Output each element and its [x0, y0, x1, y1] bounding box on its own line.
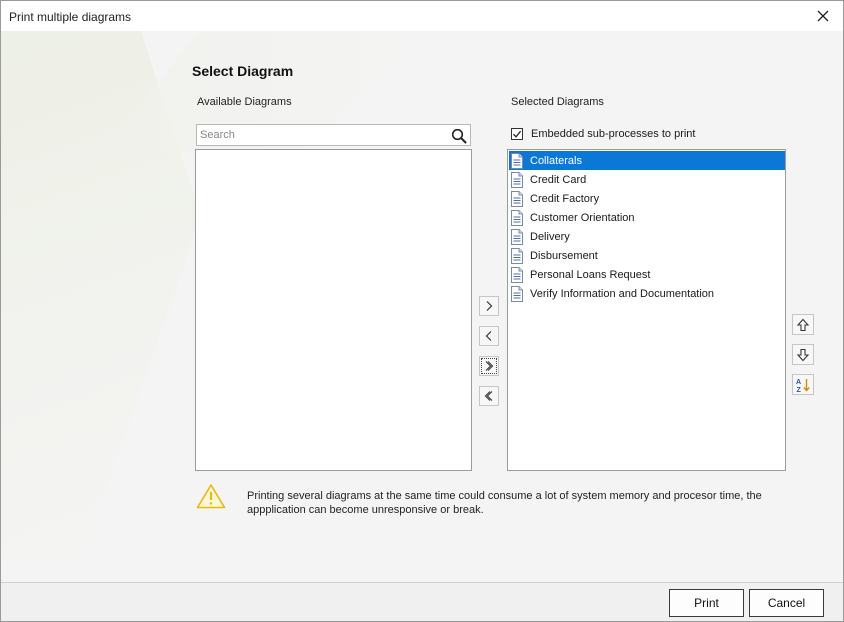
- embedded-subprocesses-toggle[interactable]: Embedded sub-processes to print: [511, 127, 695, 141]
- list-item-label: Verify Information and Documentation: [530, 287, 715, 300]
- embedded-subprocesses-checkbox[interactable]: [511, 128, 523, 140]
- document-icon: [511, 190, 523, 207]
- list-item[interactable]: Delivery: [509, 227, 785, 246]
- document-icon: [511, 171, 523, 188]
- svg-text:A: A: [796, 379, 801, 386]
- document-icon: [511, 247, 523, 264]
- list-item[interactable]: Disbursement: [509, 246, 785, 265]
- print-button[interactable]: Print: [669, 589, 744, 617]
- arrow-down-icon: [796, 348, 810, 361]
- selected-diagrams-label: Selected Diagrams: [511, 96, 604, 108]
- warning-icon: [196, 484, 226, 509]
- list-item-label: Delivery: [530, 230, 570, 243]
- arrow-up-icon: [796, 318, 810, 331]
- list-item[interactable]: Personal Loans Request: [509, 265, 785, 284]
- list-item[interactable]: Collaterals: [509, 151, 785, 170]
- cancel-button[interactable]: Cancel: [749, 589, 824, 617]
- available-diagrams-label: Available Diagrams: [197, 96, 292, 108]
- list-item[interactable]: Credit Factory: [509, 189, 785, 208]
- add-all-button[interactable]: [479, 356, 499, 376]
- list-item-label: Credit Factory: [530, 192, 600, 205]
- remove-all-button[interactable]: [479, 386, 499, 406]
- checkmark-icon: [513, 130, 522, 138]
- list-item-label: Personal Loans Request: [530, 268, 651, 281]
- document-icon: [511, 266, 523, 283]
- document-icon: [511, 209, 523, 226]
- search-box: [196, 124, 471, 146]
- add-selected-button[interactable]: [479, 296, 499, 316]
- list-item-label: Customer Orientation: [530, 211, 635, 224]
- chevron-left-icon: [485, 331, 492, 341]
- sort-az-button[interactable]: A Z: [792, 374, 814, 395]
- window-title: Print multiple diagrams: [9, 10, 132, 24]
- document-icon: [511, 228, 523, 245]
- list-item-label: Collaterals: [530, 154, 582, 167]
- dialog-window: Print multiple diagrams Select Diagram A…: [0, 0, 844, 622]
- list-item-label: Credit Card: [530, 173, 587, 186]
- chevron-right-icon: [486, 301, 493, 311]
- selected-diagrams-list[interactable]: Collaterals Credit Card Credit Factory C…: [507, 149, 786, 471]
- double-chevron-left-icon: [484, 391, 493, 401]
- title-bar: Print multiple diagrams: [1, 1, 843, 31]
- svg-text:Z: Z: [797, 387, 802, 393]
- page-title: Select Diagram: [192, 63, 294, 79]
- warning-message: Printing several diagrams at the same ti…: [247, 490, 762, 516]
- double-chevron-right-icon: [485, 361, 494, 371]
- list-item[interactable]: Credit Card: [509, 170, 785, 189]
- search-icon[interactable]: [451, 128, 467, 144]
- list-item[interactable]: Customer Orientation: [509, 208, 785, 227]
- close-icon: [817, 10, 829, 22]
- list-item-label: Disbursement: [530, 249, 598, 262]
- document-icon: [511, 152, 523, 169]
- sort-az-icon: A Z: [796, 378, 810, 393]
- list-item[interactable]: Verify Information and Documentation: [509, 284, 785, 303]
- move-down-button[interactable]: [792, 344, 814, 365]
- embedded-subprocesses-label: Embedded sub-processes to print: [531, 128, 696, 140]
- search-input[interactable]: [200, 128, 440, 142]
- document-icon: [511, 285, 523, 302]
- available-diagrams-list[interactable]: [195, 149, 472, 471]
- close-button[interactable]: [809, 5, 837, 27]
- move-up-button[interactable]: [792, 314, 814, 335]
- remove-selected-button[interactable]: [479, 326, 499, 346]
